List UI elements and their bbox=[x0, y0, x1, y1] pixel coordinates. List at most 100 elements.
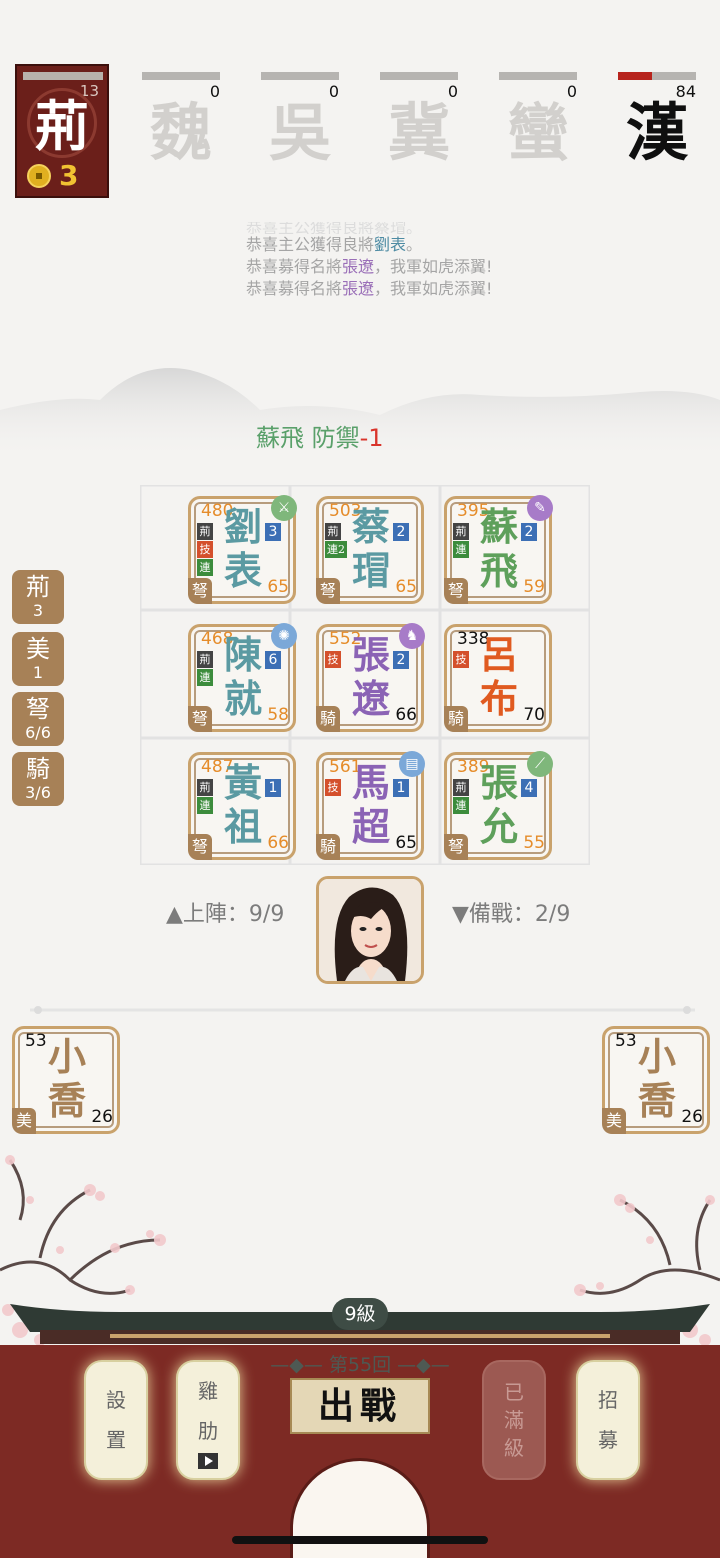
unit-tags: 技 bbox=[325, 651, 341, 668]
unit-attack: 66 bbox=[395, 705, 417, 725]
advisor-avatar bbox=[319, 879, 421, 981]
unit-type: 弩 bbox=[316, 578, 340, 604]
recruit-button[interactable]: 招 募 bbox=[576, 1360, 640, 1480]
counter-key: 荊 bbox=[26, 573, 50, 601]
settings-button[interactable]: 設 置 bbox=[84, 1360, 148, 1480]
log-line: 恭喜主公獲得良將蔡瑁。 bbox=[246, 222, 423, 234]
advisor-portrait[interactable] bbox=[316, 876, 424, 984]
rival-progress-bar bbox=[261, 72, 339, 80]
unit-type: 騎 bbox=[316, 706, 340, 732]
unit-card-huang-zu[interactable]: 487 荊 連 黃祖 1 66 弩 bbox=[188, 752, 296, 860]
unit-name: 張允 bbox=[479, 760, 518, 849]
tag-jing: 荊 bbox=[325, 523, 341, 540]
counter-key: 美 bbox=[26, 635, 50, 663]
brush-icon: ✎ bbox=[527, 495, 553, 521]
unit-type: 弩 bbox=[444, 834, 468, 860]
bench-card-xiao-qiao[interactable]: 53 小喬 26 美 bbox=[12, 1026, 120, 1134]
unit-type: 騎 bbox=[444, 706, 468, 732]
coin-counter: 3 bbox=[27, 159, 78, 192]
unit-card-zhang-liao[interactable]: 552 技 張遼 ♞ 2 66 騎 bbox=[316, 623, 425, 732]
unit-type: 弩 bbox=[444, 578, 468, 604]
coin-icon bbox=[27, 163, 51, 188]
rival-faction-man[interactable]: 0 蠻 bbox=[499, 72, 577, 172]
counter-key: 弩 bbox=[26, 695, 50, 723]
unit-attack: 59 bbox=[523, 577, 545, 597]
tag-chain: 連 bbox=[453, 541, 469, 558]
unit-level: 2 bbox=[521, 523, 537, 541]
rival-faction-wu[interactable]: 0 吳 bbox=[261, 72, 339, 172]
unit-name: 小喬 bbox=[637, 1034, 676, 1123]
unit-card-ma-chao[interactable]: 561 技 馬超 ▤ 1 65 騎 bbox=[316, 751, 425, 860]
rival-faction-wei[interactable]: 0 魏 bbox=[142, 72, 220, 172]
help-ad-button[interactable]: 雞 肋 bbox=[176, 1360, 240, 1480]
player-faction-name: 荊 bbox=[35, 94, 89, 158]
unit-attack: 26 bbox=[681, 1107, 703, 1127]
counter-value: 3 bbox=[32, 601, 44, 620]
settings-label: 置 bbox=[106, 1428, 126, 1452]
unit-type: 弩 bbox=[188, 706, 212, 732]
unit-card-zhang-yun[interactable]: 389 荊 連 張允 ⟋ 4 55 弩 bbox=[444, 751, 553, 860]
rival-progress-bar bbox=[618, 72, 696, 80]
unit-name: 蘇飛 bbox=[479, 504, 518, 593]
unit-type: 弩 bbox=[188, 578, 212, 604]
unit-attack: 65 bbox=[395, 833, 417, 853]
video-ad-icon bbox=[198, 1453, 218, 1469]
help-label: 雞 bbox=[198, 1379, 218, 1403]
player-progress-bar bbox=[23, 72, 103, 80]
rival-name: 蠻 bbox=[506, 96, 569, 169]
spark-icon: ✺ bbox=[271, 623, 297, 649]
synergy-counter-jing[interactable]: 荊 3 bbox=[12, 570, 64, 624]
start-battle-button[interactable]: 出戰 bbox=[290, 1378, 430, 1434]
unit-tags: 技 bbox=[453, 651, 469, 668]
spear-icon: ⟋ bbox=[527, 751, 553, 777]
unit-type: 騎 bbox=[316, 834, 340, 860]
settings-label: 設 bbox=[106, 1388, 126, 1412]
unit-card-lu-bu[interactable]: 338 技 呂布 70 騎 bbox=[444, 624, 552, 732]
home-indicator[interactable] bbox=[232, 1536, 488, 1544]
combat-message: 蘇飛 防禦-1 bbox=[256, 424, 384, 452]
unit-card-cai-mao[interactable]: 503 荊 連2 蔡瑁 2 65 弩 bbox=[316, 496, 424, 604]
unit-type: 美 bbox=[602, 1108, 626, 1134]
max-level-button: 已 滿 級 bbox=[482, 1360, 546, 1480]
rival-name: 魏 bbox=[149, 96, 212, 169]
unit-name: 馬超 bbox=[351, 760, 390, 849]
unit-name: 黃祖 bbox=[223, 760, 262, 849]
unit-attack: 26 bbox=[91, 1107, 113, 1127]
unit-level: 3 bbox=[265, 523, 281, 541]
unit-attack: 70 bbox=[523, 705, 545, 725]
rival-progress-bar bbox=[142, 72, 220, 80]
unit-tags: 荊 連 bbox=[453, 779, 469, 814]
rival-faction-ji[interactable]: 0 冀 bbox=[380, 72, 458, 172]
unit-card-su-fei[interactable]: 395 荊 連 蘇飛 ✎ 2 59 弩 bbox=[444, 495, 553, 604]
bench-card-xiao-qiao[interactable]: 53 小喬 26 美 bbox=[602, 1026, 710, 1134]
tag-chain: 連 bbox=[197, 669, 213, 686]
counter-value: 6/6 bbox=[25, 723, 51, 742]
unit-name: 呂布 bbox=[479, 632, 518, 721]
max-level-label: 已 bbox=[504, 1380, 524, 1404]
synergy-counter-nu[interactable]: 弩 6/6 bbox=[12, 692, 64, 746]
player-faction-card[interactable]: 13 荊 3 bbox=[15, 64, 109, 198]
unit-attack: 65 bbox=[267, 577, 289, 597]
unit-attack: 66 bbox=[267, 833, 289, 853]
rival-faction-han[interactable]: 84 漢 bbox=[618, 72, 696, 172]
unit-attack: 58 bbox=[267, 705, 289, 725]
unit-card-chen-jiu[interactable]: 468 荊 連 陳就 ✺ 6 58 弩 bbox=[188, 623, 297, 732]
book-icon: ▤ bbox=[399, 751, 425, 777]
unit-attack: 65 bbox=[395, 577, 417, 597]
rival-name: 吳 bbox=[268, 96, 331, 169]
help-label: 肋 bbox=[198, 1419, 218, 1443]
unit-type: 弩 bbox=[188, 834, 212, 860]
tag-skill: 技 bbox=[197, 541, 213, 558]
unit-name: 小喬 bbox=[47, 1034, 86, 1123]
tag-jing: 荊 bbox=[197, 651, 213, 668]
unit-card-liu-biao[interactable]: 480 荊 技 連 劉表 ⚔ 3 65 弩 bbox=[188, 495, 297, 604]
unit-tags: 荊 連 bbox=[197, 651, 213, 686]
tag-jing: 荊 bbox=[197, 523, 213, 540]
tag-jing: 荊 bbox=[453, 523, 469, 540]
tag-chain: 連 bbox=[453, 797, 469, 814]
synergy-counter-qi[interactable]: 騎 3/6 bbox=[12, 752, 64, 806]
tag-chain: 連 bbox=[197, 559, 213, 576]
synergy-counter-mei[interactable]: 美 1 bbox=[12, 632, 64, 686]
unit-level: 2 bbox=[393, 523, 409, 541]
unit-tags: 荊 技 連 bbox=[197, 523, 213, 576]
